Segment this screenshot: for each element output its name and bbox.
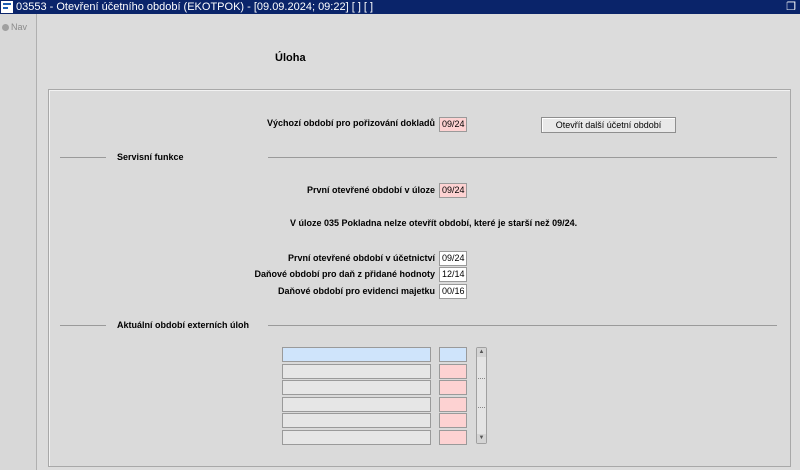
nav-icon <box>2 24 9 32</box>
open-next-period-button[interactable]: Otevřít další účetní období <box>541 117 676 133</box>
assets-period-field[interactable]: 00/16 <box>439 284 467 299</box>
external-task-period-field[interactable] <box>439 430 467 445</box>
scroll-thumb[interactable] <box>478 378 485 408</box>
assets-period-label: Daňové období pro evidenci majetku <box>277 286 435 296</box>
app-icon <box>1 1 13 13</box>
section-divider-right <box>268 157 777 158</box>
service-section-label: Servisní funkce <box>117 152 184 162</box>
external-task-period-field[interactable] <box>439 347 467 362</box>
section-divider-left <box>60 157 106 158</box>
info-message: V úloze 035 Pokladna nelze otevřít obdob… <box>290 218 578 228</box>
external-task-period-field[interactable] <box>439 364 467 379</box>
page-title: Úloha <box>275 52 306 64</box>
default-period-field[interactable]: 09/24 <box>439 117 467 132</box>
external-task-period-field[interactable] <box>439 397 467 412</box>
section-divider-left <box>60 325 106 326</box>
left-sidebar: Nav <box>0 14 37 470</box>
external-task-name-field[interactable] <box>282 347 431 362</box>
external-task-name-field[interactable] <box>282 430 431 445</box>
section-divider-right <box>268 325 777 326</box>
vat-period-label: Daňové období pro daň z přidané hodnoty <box>254 269 436 279</box>
external-task-period-field[interactable] <box>439 380 467 395</box>
external-task-name-field[interactable] <box>282 413 431 428</box>
scroll-down-icon[interactable]: ▼ <box>477 434 486 443</box>
default-period-label: Výchozí období pro pořizování dokladů <box>266 118 435 128</box>
first-open-period-field[interactable]: 09/24 <box>439 183 467 198</box>
accounting-period-field[interactable]: 09/24 <box>439 251 467 266</box>
nav-button[interactable]: Nav <box>2 22 27 32</box>
nav-label: Nav <box>11 22 28 32</box>
window-title: 03553 - Otevření účetního období (EKOTPO… <box>16 1 374 13</box>
external-task-name-field[interactable] <box>282 397 431 412</box>
first-open-period-label: První otevřené období v úloze <box>306 185 435 195</box>
vat-period-field[interactable]: 12/14 <box>439 267 467 282</box>
title-bar: 03553 - Otevření účetního období (EKOTPO… <box>0 0 800 14</box>
accounting-period-label: První otevřené období v účetnictví <box>287 253 435 263</box>
external-section-label: Aktuální období externích úloh <box>117 320 250 330</box>
scroll-up-icon[interactable]: ▲ <box>477 348 486 357</box>
external-task-period-field[interactable] <box>439 413 467 428</box>
external-task-name-field[interactable] <box>282 380 431 395</box>
restore-window-icon[interactable]: ❐ <box>786 0 796 14</box>
external-task-name-field[interactable] <box>282 364 431 379</box>
external-list-scrollbar[interactable]: ▲ ▼ <box>476 347 487 444</box>
